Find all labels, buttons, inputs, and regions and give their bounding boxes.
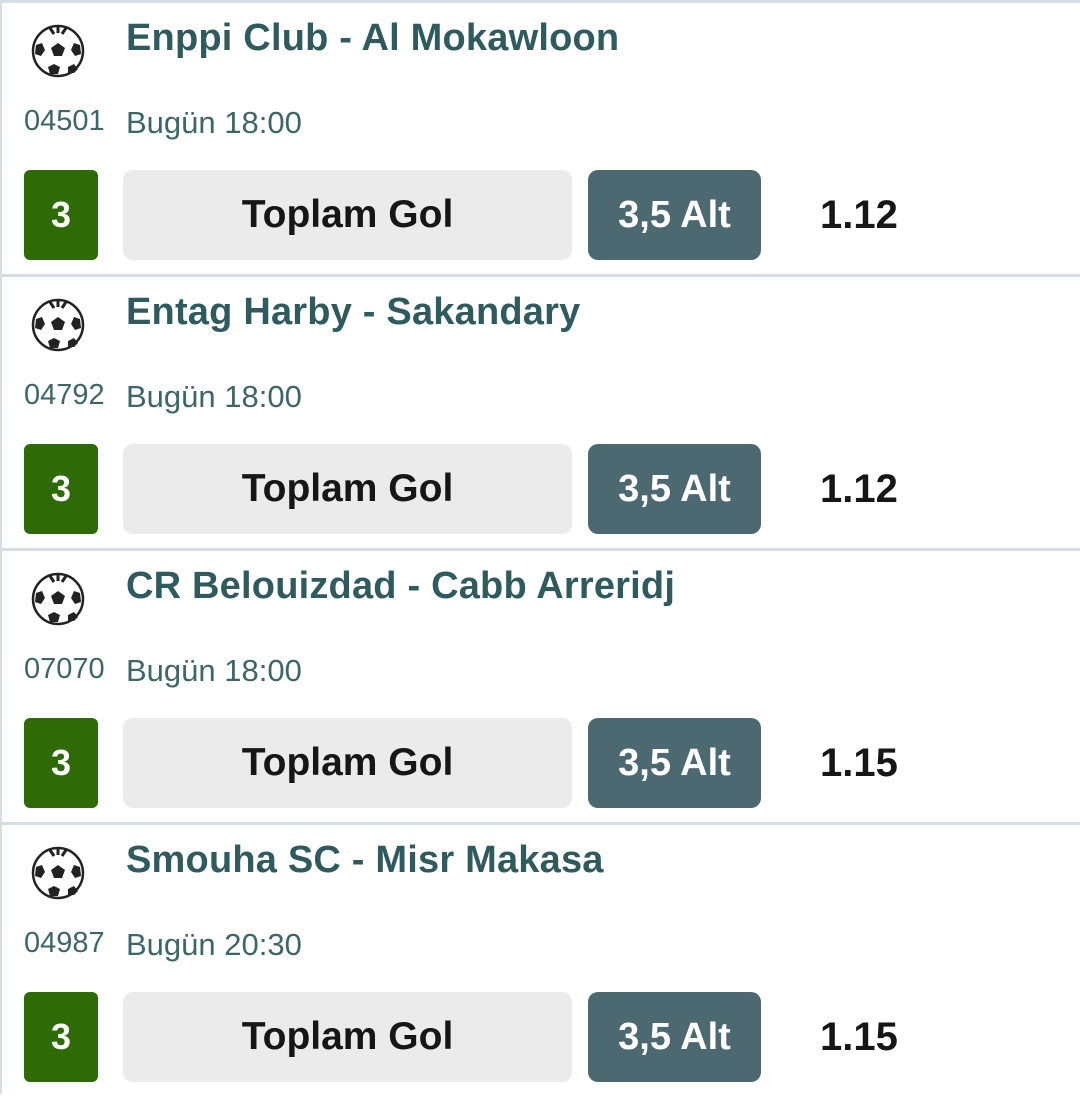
- selection-button[interactable]: 3,5 Alt: [588, 444, 761, 534]
- mbs-badge: 3: [24, 444, 98, 534]
- selection-button[interactable]: 3,5 Alt: [588, 718, 761, 808]
- match-code: 04987: [24, 927, 105, 959]
- odds-value: 1.12: [820, 467, 898, 511]
- selection-button[interactable]: 3,5 Alt: [588, 992, 761, 1082]
- selection-button[interactable]: 3,5 Alt: [588, 170, 761, 260]
- market-name: Toplam Gol: [123, 444, 572, 534]
- mbs-badge: 3: [24, 170, 98, 260]
- match-teams[interactable]: Entag Harby - Sakandary: [126, 291, 580, 334]
- market-name: Toplam Gol: [123, 992, 572, 1082]
- odds-value: 1.15: [820, 741, 898, 785]
- match-row[interactable]: CR Belouizdad - Cabb Arreridj 07070 Bugü…: [2, 548, 1080, 822]
- odds-value: 1.12: [820, 193, 898, 237]
- soccer-ball-icon: [30, 23, 86, 79]
- match-teams[interactable]: Smouha SC - Misr Makasa: [126, 839, 604, 882]
- match-time: Bugün 18:00: [126, 105, 302, 140]
- match-code: 04501: [24, 105, 105, 137]
- soccer-ball-icon: [30, 571, 86, 627]
- match-row[interactable]: Smouha SC - Misr Makasa 04987 Bugün 20:3…: [2, 822, 1080, 1096]
- match-row[interactable]: Entag Harby - Sakandary 04792 Bugün 18:0…: [2, 274, 1080, 548]
- match-code: 04792: [24, 379, 105, 411]
- odds-value: 1.15: [820, 1015, 898, 1059]
- soccer-ball-icon: [30, 297, 86, 353]
- market-name: Toplam Gol: [123, 170, 572, 260]
- soccer-ball-icon: [30, 845, 86, 901]
- match-time: Bugün 20:30: [126, 927, 302, 962]
- match-row[interactable]: Enppi Club - Al Mokawloon 04501 Bugün 18…: [2, 0, 1080, 274]
- bet-slip-list: Enppi Club - Al Mokawloon 04501 Bugün 18…: [0, 0, 1080, 1094]
- match-time: Bugün 18:00: [126, 379, 302, 414]
- mbs-badge: 3: [24, 992, 98, 1082]
- match-teams[interactable]: CR Belouizdad - Cabb Arreridj: [126, 565, 675, 608]
- market-name: Toplam Gol: [123, 718, 572, 808]
- mbs-badge: 3: [24, 718, 98, 808]
- match-code: 07070: [24, 653, 105, 685]
- match-time: Bugün 18:00: [126, 653, 302, 688]
- match-teams[interactable]: Enppi Club - Al Mokawloon: [126, 17, 619, 60]
